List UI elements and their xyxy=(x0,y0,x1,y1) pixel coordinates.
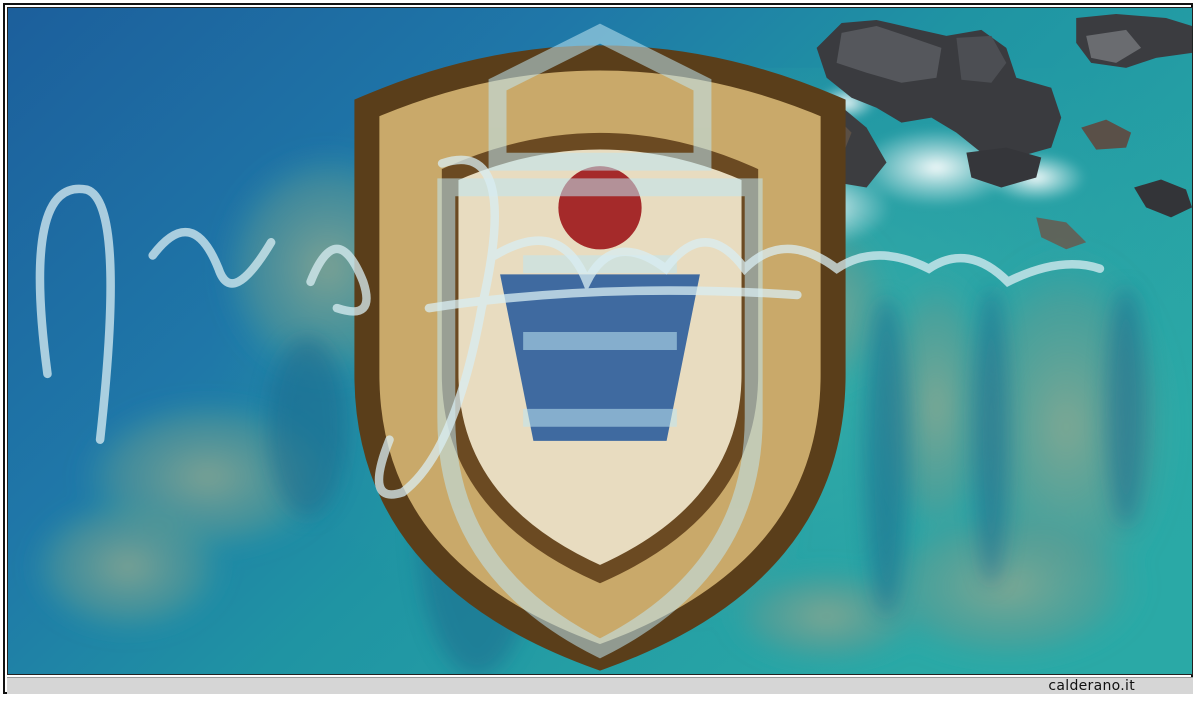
aerial-sea-photo xyxy=(7,7,1193,675)
signature-icon xyxy=(35,155,1105,499)
site-caption: calderano.it xyxy=(1048,678,1135,694)
caption-bar: calderano.it xyxy=(7,677,1193,694)
